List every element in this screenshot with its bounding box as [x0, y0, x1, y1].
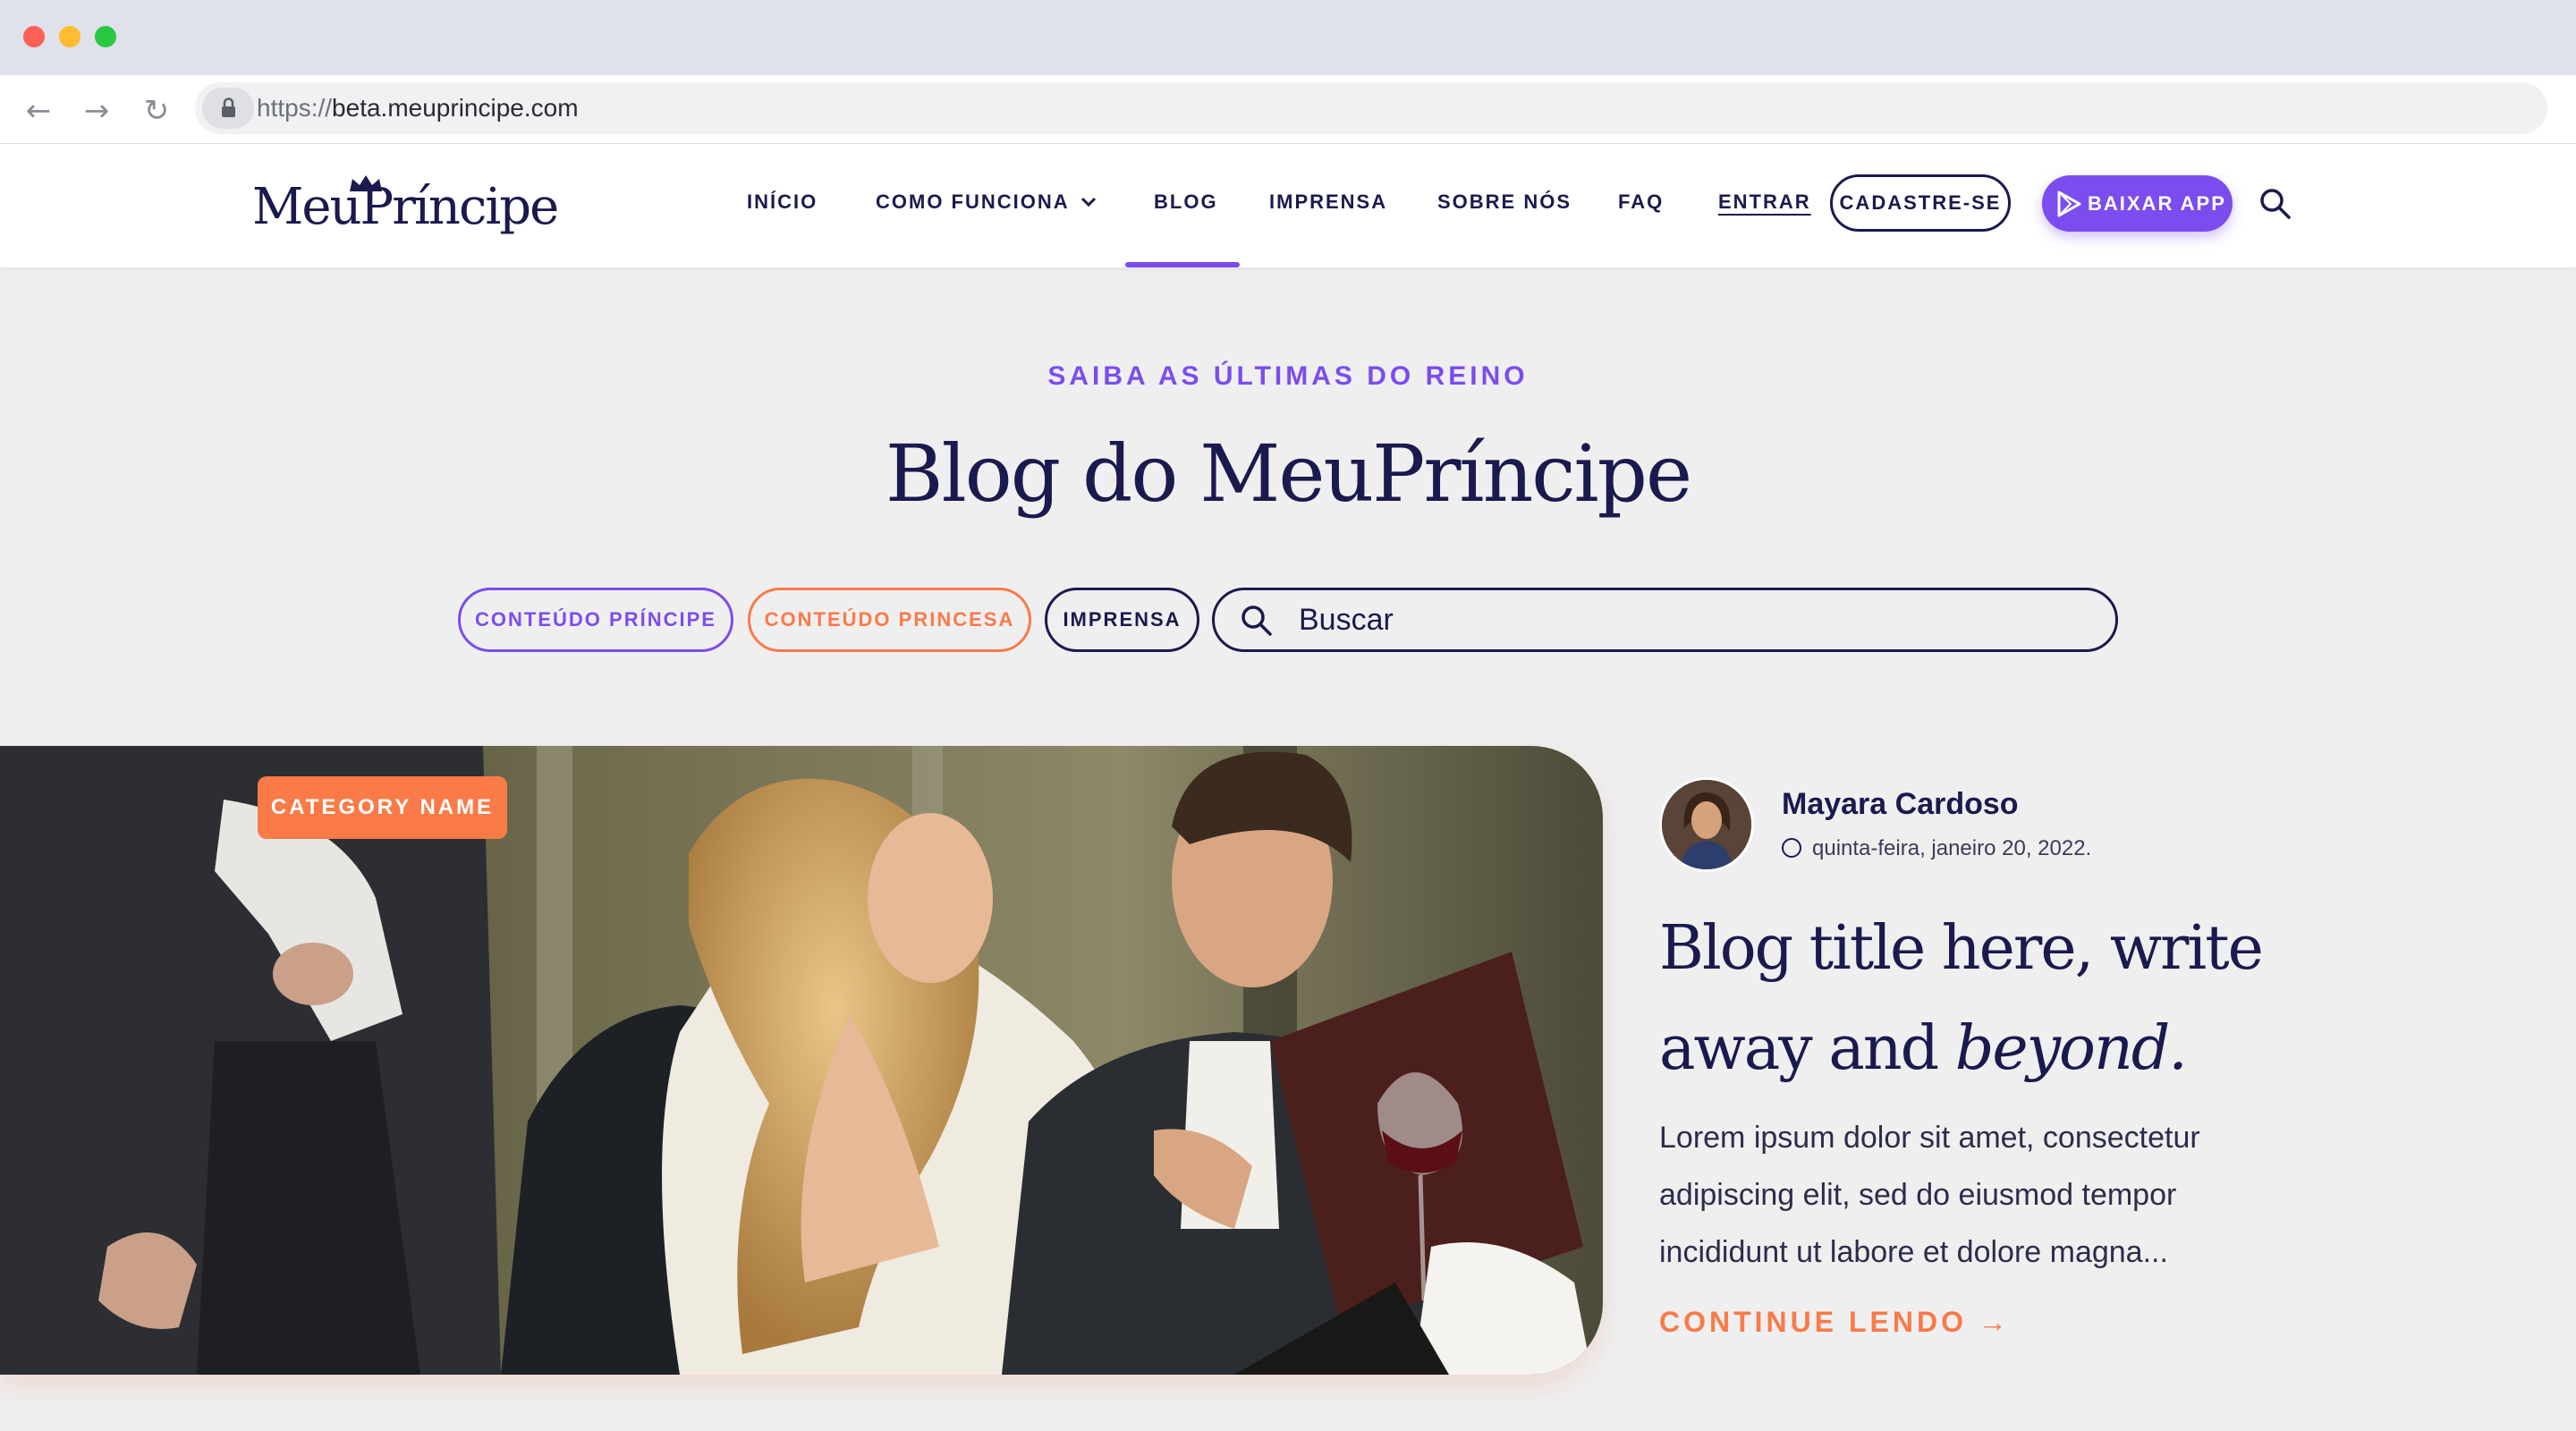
url-host: beta.meuprincipe.com: [332, 94, 579, 122]
url-scheme: https://: [257, 94, 333, 122]
restaurant-couple-photo: [0, 746, 1603, 1375]
post-title[interactable]: Blog title here, write away and beyond.: [1659, 899, 2285, 1099]
author-avatar-photo: [1662, 780, 1751, 869]
author-avatar: [1659, 777, 1754, 872]
nav-imprensa[interactable]: IMPRENSA: [1269, 184, 1387, 220]
nav-como-funciona[interactable]: COMO FUNCIONA: [876, 184, 1070, 220]
minimize-window-dot[interactable]: [59, 26, 80, 47]
cadastre-se-button[interactable]: CADASTRE-SE: [1830, 174, 2011, 232]
chevron-down-icon[interactable]: [1080, 196, 1097, 208]
site-logo[interactable]: MeuPríncipe: [252, 172, 559, 243]
search-icon: [1241, 605, 1272, 636]
post-date-text: quinta-feira, janeiro 20, 2022.: [1812, 836, 2092, 860]
clock-icon: [1782, 838, 1801, 858]
continue-reading-link[interactable]: CONTINUE LENDO →: [1659, 1300, 2011, 1343]
back-arrow-icon[interactable]: ←: [21, 93, 56, 129]
url-text: https://beta.meuprincipe.com: [257, 92, 579, 124]
nav-sobre-nos[interactable]: SOBRE NÓS: [1437, 184, 1572, 220]
browser-titlebar: [0, 0, 2576, 75]
maximize-window-dot[interactable]: [95, 26, 116, 47]
page-title: Blog do MeuPríncipe: [885, 428, 1692, 520]
filter-imprensa[interactable]: IMPRENSA: [1045, 588, 1199, 652]
close-window-dot[interactable]: [23, 26, 45, 47]
section-eyebrow: SAIBA AS ÚLTIMAS DO REINO: [1047, 361, 1529, 391]
filter-conteudo-princesa[interactable]: CONTEÚDO PRINCESA: [748, 588, 1031, 652]
search-placeholder: Buscar: [1299, 603, 1394, 637]
nav-blog[interactable]: BLOG: [1154, 184, 1218, 220]
filter-conteudo-principe[interactable]: CONTEÚDO PRÍNCIPE: [458, 588, 733, 652]
active-nav-indicator: [1125, 262, 1240, 267]
category-badge[interactable]: CATEGORY NAME: [258, 776, 507, 839]
search-icon[interactable]: [2259, 188, 2292, 220]
baixar-app-label: BAIXAR APP: [2088, 192, 2226, 215]
crown-icon: [350, 175, 382, 191]
baixar-app-button[interactable]: BAIXAR APP: [2042, 175, 2233, 232]
post-excerpt: Lorem ipsum dolor sit amet, consectetur …: [1659, 1121, 2200, 1269]
lock-icon[interactable]: [202, 88, 254, 129]
post-title-italic: beyond.: [1954, 1013, 2188, 1084]
nav-entrar-link[interactable]: ENTRAR: [1718, 184, 1811, 220]
post-date: quinta-feira, janeiro 20, 2022.: [1782, 834, 2091, 864]
author-name[interactable]: Mayara Cardoso: [1782, 784, 2019, 824]
play-store-icon: [2057, 191, 2081, 217]
nav-inicio[interactable]: INÍCIO: [747, 184, 818, 220]
featured-post-image[interactable]: [0, 746, 1603, 1375]
reload-icon[interactable]: ↻: [139, 93, 174, 129]
blog-search-input[interactable]: Buscar: [1212, 588, 2118, 652]
nav-faq[interactable]: FAQ: [1618, 184, 1664, 220]
forward-arrow-icon[interactable]: →: [79, 93, 114, 129]
